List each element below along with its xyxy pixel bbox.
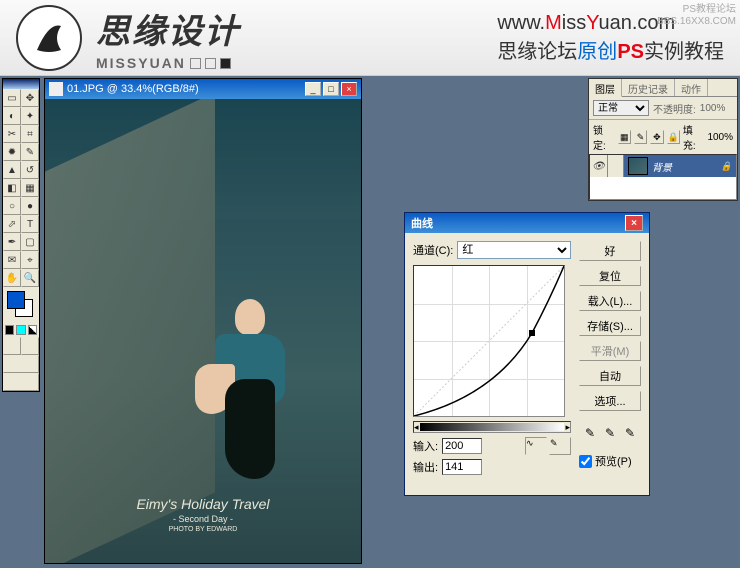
dodge-tool[interactable]: ●: [21, 197, 39, 215]
document-icon: [49, 82, 63, 96]
dialog-titlebar[interactable]: 曲线 ×: [405, 213, 649, 233]
brand-text: 思缘设计 MISSYUAN: [96, 4, 240, 71]
visibility-icon[interactable]: 👁: [590, 155, 608, 177]
site-subtitle: 思缘论坛原创PS实例教程: [497, 35, 724, 64]
save-button[interactable]: 存储(S)...: [579, 316, 641, 336]
eyedropper-white-icon[interactable]: ✎: [621, 424, 639, 442]
workspace: ▭ ✥ ◐ ✦ ✂ ⌗ ✹ ✎ ▲ ↺ ◧ ▦ ○ ● ⬀ T ✒ ▢ ✉ ⌖ …: [0, 76, 740, 568]
zoom-tool[interactable]: 🔍: [21, 269, 39, 287]
curve-pencil-button[interactable]: ✎: [549, 437, 571, 455]
ok-button[interactable]: 好: [579, 241, 641, 261]
options-button[interactable]: 选项...: [579, 391, 641, 411]
watermark: PS教程论坛 BBS.16XX8.COM: [657, 4, 736, 28]
stamp-tool[interactable]: ▲: [3, 161, 21, 179]
history-brush-tool[interactable]: ↺: [21, 161, 39, 179]
tab-history[interactable]: 历史记录: [622, 79, 675, 96]
document-titlebar[interactable]: 01.JPG @ 33.4%(RGB/8#) _ □ ×: [45, 79, 361, 99]
close-icon[interactable]: ×: [625, 215, 643, 231]
maximize-button[interactable]: □: [323, 82, 339, 96]
notes-tool[interactable]: ✉: [3, 251, 21, 269]
curves-dialog: 曲线 × 通道(C): 红: [404, 212, 650, 496]
bw-swatch-icon[interactable]: [28, 325, 37, 335]
heal-tool[interactable]: ✹: [3, 143, 21, 161]
move-tool[interactable]: ✥: [21, 89, 39, 107]
blend-mode-select[interactable]: 正常: [593, 100, 649, 116]
lock-position-icon[interactable]: ✥: [650, 130, 663, 144]
logo-icon: [16, 5, 82, 71]
auto-button[interactable]: 自动: [579, 366, 641, 386]
eyedropper-gray-icon[interactable]: ✎: [601, 424, 619, 442]
layer-item[interactable]: 👁 背景 🔒: [590, 155, 736, 177]
curve-point-button[interactable]: ∿: [525, 437, 547, 455]
eyedropper-black-icon[interactable]: ✎: [581, 424, 599, 442]
slice-tool[interactable]: ⌗: [21, 125, 39, 143]
gradient-tool[interactable]: ▦: [21, 179, 39, 197]
lock-all-icon[interactable]: 🔒: [667, 130, 680, 144]
opacity-value: 100%: [700, 103, 726, 114]
curve-graph[interactable]: [413, 265, 565, 417]
crop-tool[interactable]: ✂: [3, 125, 21, 143]
channel-label: 通道(C):: [413, 242, 453, 258]
default-colors-icon[interactable]: [5, 325, 14, 335]
lock-paint-icon[interactable]: ✎: [634, 130, 647, 144]
lock-transparency-icon[interactable]: ▦: [618, 130, 631, 144]
layer-list: 👁 背景 🔒: [589, 154, 737, 200]
pen-tool[interactable]: ✒: [3, 233, 21, 251]
path-tool[interactable]: ⬀: [3, 215, 21, 233]
mini-swatches: [3, 323, 39, 337]
fill-label: 填充:: [683, 122, 705, 152]
input-label: 输入:: [413, 438, 438, 454]
document-canvas[interactable]: Eimy's Holiday Travel - Second Day - PHO…: [45, 99, 361, 563]
toolbox-header[interactable]: [3, 79, 39, 89]
smooth-button[interactable]: 平滑(M): [579, 341, 641, 361]
preview-checkbox[interactable]: [579, 455, 592, 468]
brush-tool[interactable]: ✎: [21, 143, 39, 161]
hand-tool[interactable]: ✋: [3, 269, 21, 287]
lasso-tool[interactable]: ◐: [3, 107, 21, 125]
reset-button[interactable]: 复位: [579, 266, 641, 286]
document-window: 01.JPG @ 33.4%(RGB/8#) _ □ × Eimy's Holi…: [44, 78, 362, 564]
jump-to-button[interactable]: [3, 373, 39, 391]
eraser-tool[interactable]: ◧: [3, 179, 21, 197]
layer-name: 背景: [652, 159, 672, 174]
output-value[interactable]: [442, 459, 482, 475]
brand-en: MISSYUAN: [96, 55, 240, 71]
quick-mask-button[interactable]: [21, 337, 39, 355]
gradient-slider[interactable]: ◂▸: [413, 421, 571, 433]
image-caption: Eimy's Holiday Travel - Second Day - PHO…: [45, 496, 361, 533]
preview-label: 预览(P): [595, 453, 632, 469]
wand-tool[interactable]: ✦: [21, 107, 39, 125]
shape-tool[interactable]: ▢: [21, 233, 39, 251]
minimize-button[interactable]: _: [305, 82, 321, 96]
tab-layers[interactable]: 图层: [589, 79, 622, 97]
document-title: 01.JPG @ 33.4%(RGB/8#): [67, 83, 199, 95]
opacity-label: 不透明度:: [653, 101, 696, 116]
color-swatches[interactable]: [3, 287, 39, 323]
foreground-swatch[interactable]: [7, 291, 25, 309]
brand-cn: 思缘设计: [96, 4, 240, 53]
lock-indicator-icon: 🔒: [721, 161, 732, 172]
tab-actions[interactable]: 动作: [675, 79, 708, 96]
input-value[interactable]: [442, 438, 482, 454]
site-header: 思缘设计 MISSYUAN www.MissYuan.com 思缘论坛原创PS实…: [0, 0, 740, 76]
fill-value: 100%: [707, 132, 733, 143]
output-label: 输出:: [413, 459, 438, 475]
screen-mode-button[interactable]: [3, 355, 39, 373]
swap-colors-icon[interactable]: [16, 325, 25, 335]
type-tool[interactable]: T: [21, 215, 39, 233]
lock-label: 锁定:: [593, 122, 615, 152]
layer-thumbnail[interactable]: [628, 157, 648, 175]
eyedropper-tool[interactable]: ⌖: [21, 251, 39, 269]
load-button[interactable]: 载入(L)...: [579, 291, 641, 311]
layers-panel: 图层 历史记录 动作 正常 不透明度: 100% 锁定: ▦ ✎ ✥ 🔒 填充:…: [588, 78, 738, 201]
close-button[interactable]: ×: [341, 82, 357, 96]
link-icon[interactable]: [608, 155, 624, 177]
blur-tool[interactable]: ○: [3, 197, 21, 215]
marquee-tool[interactable]: ▭: [3, 89, 21, 107]
channel-select[interactable]: 红: [457, 241, 571, 259]
standard-mode-button[interactable]: [3, 337, 21, 355]
dialog-title: 曲线: [411, 215, 433, 231]
toolbox-panel: ▭ ✥ ◐ ✦ ✂ ⌗ ✹ ✎ ▲ ↺ ◧ ▦ ○ ● ⬀ T ✒ ▢ ✉ ⌖ …: [2, 78, 40, 392]
